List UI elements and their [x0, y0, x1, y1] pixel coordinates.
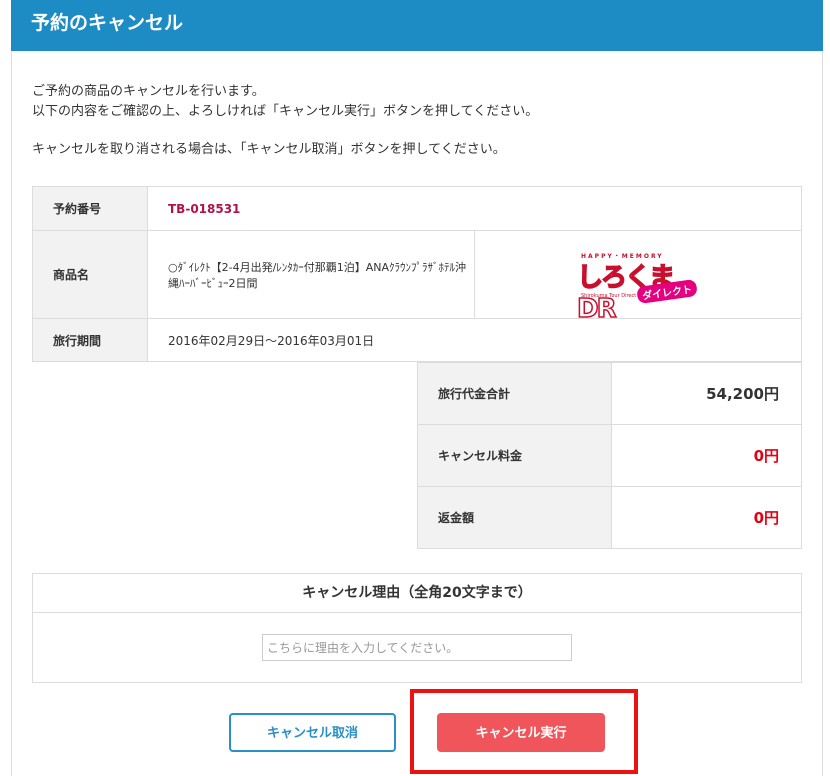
product-name: ○ﾀﾞｲﾚｸﾄ【2-4月出発/ﾚﾝﾀｶｰ付那覇1泊】ANAｸﾗｳﾝﾌﾟﾗｻﾞﾎﾃ…	[147, 230, 475, 319]
table-row: 予約番号 TB-018531	[32, 186, 802, 231]
reservation-number: TB-018531	[168, 201, 241, 216]
table-row: 返金額 0円	[417, 486, 802, 549]
travel-period: 2016年02月29日～2016年03月01日	[147, 318, 802, 362]
total-price-value: 54,200円	[611, 362, 802, 425]
page-title: 予約のキャンセル	[31, 12, 184, 34]
refund-label: 返金額	[417, 486, 612, 549]
intro-text: ご予約の商品のキャンセルを行います。 以下の内容をご確認の上、よろしければ「キャ…	[32, 82, 538, 160]
logo-sub-text: Shirokuma Tour Direct	[581, 292, 637, 299]
price-table: 旅行代金合計 54,200円 キャンセル料金 0円 返金額 0円	[417, 362, 802, 549]
shirokuma-logo: HAPPY・MEMORY しろくまDR Shirokuma Tour Direc…	[573, 245, 703, 324]
table-row: 商品名 ○ﾀﾞｲﾚｸﾄ【2-4月出発/ﾚﾝﾀｶｰ付那覇1泊】ANAｸﾗｳﾝﾌﾟﾗ…	[32, 230, 802, 324]
refund-value: 0円	[611, 486, 802, 549]
cancel-fee-value: 0円	[611, 424, 802, 487]
cancel-reason-title: キャンセル理由（全角20文字まで）	[33, 574, 801, 613]
travel-period-label: 旅行期間	[32, 318, 148, 362]
reservation-number-cell: TB-018531	[147, 186, 802, 231]
cancel-execute-button[interactable]: キャンセル実行	[437, 713, 605, 752]
intro-line-1: ご予約の商品のキャンセルを行います。	[32, 84, 265, 99]
table-row: キャンセル料金 0円	[417, 424, 802, 487]
total-price-label: 旅行代金合計	[417, 362, 612, 425]
intro-line-3: キャンセルを取り消される場合は、「キャンセル取消」ボタンを押してください。	[32, 142, 506, 157]
logo-cell: HAPPY・MEMORY しろくまDR Shirokuma Tour Direc…	[474, 230, 802, 324]
cancel-reason-input[interactable]	[262, 634, 572, 661]
product-name-label: 商品名	[32, 230, 148, 319]
page-header: 予約のキャンセル	[11, 0, 823, 51]
reservation-number-label: 予約番号	[32, 186, 148, 231]
table-row: 旅行代金合計 54,200円	[417, 362, 802, 425]
reservation-table: 予約番号 TB-018531 商品名 ○ﾀﾞｲﾚｸﾄ【2-4月出発/ﾚﾝﾀｶｰ付…	[32, 186, 802, 362]
cancel-undo-button[interactable]: キャンセル取消	[229, 713, 396, 752]
cancel-reason-box: キャンセル理由（全角20文字まで）	[32, 573, 802, 683]
intro-line-2: 以下の内容をご確認の上、よろしければ「キャンセル実行」ボタンを押してください。	[32, 104, 539, 119]
cancel-fee-label: キャンセル料金	[417, 424, 612, 487]
table-row: 旅行期間 2016年02月29日～2016年03月01日	[32, 318, 802, 362]
